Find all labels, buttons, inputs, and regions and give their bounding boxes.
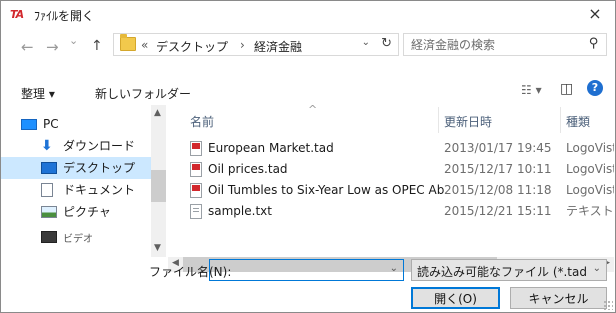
file-type: テキスト ドキ (566, 204, 614, 218)
preview-pane-icon[interactable]: ◫ (560, 81, 573, 97)
sort-ascending-icon: ^ (308, 105, 318, 116)
tad-file-icon (190, 141, 202, 156)
file-name: sample.txt (208, 204, 272, 218)
text-file-icon (190, 204, 202, 219)
resize-grip[interactable] (603, 300, 613, 310)
breadcrumb-desktop[interactable]: デスクトップ (156, 38, 228, 55)
tree-item-label: PC (43, 117, 59, 131)
help-icon[interactable]: ? (587, 80, 603, 96)
navigation-scrollbar[interactable]: ▲ ▼ (151, 105, 166, 257)
file-date: 2015/12/21 15:11 (444, 204, 552, 218)
forward-icon[interactable]: → (46, 38, 59, 56)
file-name: European Market.tad (208, 141, 334, 155)
breadcrumb-separator[interactable]: › (240, 38, 245, 52)
view-options-icon[interactable]: ☷ ▾ (521, 83, 542, 97)
file-row[interactable]: Oil Tumbles to Six-Year Low as OPEC Aba.… (168, 180, 614, 201)
open-file-dialog: TA ﾌｧｲﾙを開く × ← → ⌄ ↑ « デスクトップ › 経済金融 ⌄ ↻… (0, 0, 616, 313)
tad-file-icon (190, 183, 202, 198)
tree-item-desktop[interactable]: デスクトップ (1, 157, 151, 179)
file-type: LogoVista (566, 162, 614, 176)
file-row[interactable]: Oil prices.tad 2015/12/17 10:11 LogoVist… (168, 159, 614, 180)
file-date: 2015/12/17 10:11 (444, 162, 552, 176)
recent-locations-icon[interactable]: ⌄ (69, 34, 78, 47)
search-icon[interactable]: ⚲ (589, 36, 599, 51)
cancel-button[interactable]: キャンセル (510, 287, 607, 309)
title-bar: TA ﾌｧｲﾙを開く × (1, 1, 615, 27)
new-folder-button[interactable]: 新しいフォルダー (95, 85, 191, 102)
filename-input[interactable] (214, 263, 379, 278)
tree-item-label: ピクチャ (63, 205, 111, 219)
desktop-icon (41, 162, 57, 174)
file-type: LogoVista (566, 183, 614, 197)
tad-file-icon (190, 162, 202, 177)
breadcrumb-current[interactable]: 経済金融 (254, 38, 302, 55)
tree-item-downloads[interactable]: ⬇ ダウンロード (1, 135, 151, 157)
app-logo-icon: TA (10, 8, 24, 21)
navigation-pane: PC ⬇ ダウンロード デスクトップ ドキュメント ピクチャ ビデオ (1, 105, 166, 257)
tree-item-documents[interactable]: ドキュメント (1, 179, 151, 201)
video-icon (41, 231, 57, 243)
file-row[interactable]: sample.txt 2015/12/21 15:11 テキスト ドキ (168, 201, 614, 222)
tree-item-videos[interactable]: ビデオ (1, 223, 151, 245)
tree-item-label: ビデオ (63, 234, 93, 245)
download-icon: ⬇ (41, 138, 53, 154)
file-name: Oil prices.tad (208, 162, 288, 176)
back-icon[interactable]: ← (21, 38, 34, 56)
filename-combobox[interactable]: ⌄ (209, 259, 404, 281)
file-date: 2013/01/17 19:45 (444, 141, 552, 155)
file-type-filter-value: 読み込み可能なファイル (*.tad;*.w (417, 265, 587, 279)
column-header-name[interactable]: 名前 (190, 113, 214, 130)
column-divider[interactable] (560, 107, 561, 133)
picture-icon (41, 206, 57, 218)
search-box[interactable]: ⚲ (403, 33, 607, 56)
file-row[interactable]: European Market.tad 2013/01/17 19:45 Log… (168, 138, 614, 159)
scroll-down-icon[interactable]: ▼ (154, 243, 161, 253)
file-list: 名前 ^ 更新日時 種類 European Market.tad 2013/01… (168, 105, 614, 257)
chevron-down-icon[interactable]: ⌄ (593, 263, 601, 274)
address-dropdown-icon[interactable]: ⌄ (362, 37, 370, 48)
tree-item-label: ドキュメント (63, 183, 136, 197)
column-header-date[interactable]: 更新日時 (444, 113, 492, 130)
tree-item-label: デスクトップ (63, 161, 136, 175)
organize-button[interactable]: 整理 ▾ (21, 85, 55, 102)
address-bar[interactable]: « デスクトップ › 経済金融 ⌄ ↻ (113, 33, 399, 56)
scroll-up-icon[interactable]: ▲ (154, 108, 161, 118)
open-button[interactable]: 開く(O) (411, 287, 500, 309)
pc-icon (21, 119, 37, 130)
file-date: 2015/12/08 11:18 (444, 183, 552, 197)
file-name: Oil Tumbles to Six-Year Low as OPEC Aba.… (208, 183, 444, 197)
chevron-down-icon[interactable]: ⌄ (390, 263, 398, 274)
dialog-title: ﾌｧｲﾙを開く (34, 9, 95, 23)
file-type: LogoVista (566, 141, 614, 155)
tree-item-pictures[interactable]: ピクチャ (1, 201, 151, 223)
column-divider[interactable] (438, 107, 439, 133)
up-folder-icon[interactable]: ↑ (91, 38, 103, 54)
document-icon (41, 183, 53, 197)
column-header-type[interactable]: 種類 (566, 113, 590, 130)
folder-icon (120, 34, 136, 51)
breadcrumb-overflow[interactable]: « (141, 38, 148, 52)
refresh-icon[interactable]: ↻ (381, 36, 392, 51)
tree-item-label: ダウンロード (63, 139, 136, 153)
close-button[interactable]: × (575, 1, 615, 27)
scrollbar-thumb[interactable] (151, 170, 166, 202)
search-input[interactable] (411, 37, 581, 52)
tree-item-pc[interactable]: PC (1, 113, 151, 135)
file-type-filter[interactable]: 読み込み可能なファイル (*.tad;*.w ⌄ (411, 259, 607, 281)
